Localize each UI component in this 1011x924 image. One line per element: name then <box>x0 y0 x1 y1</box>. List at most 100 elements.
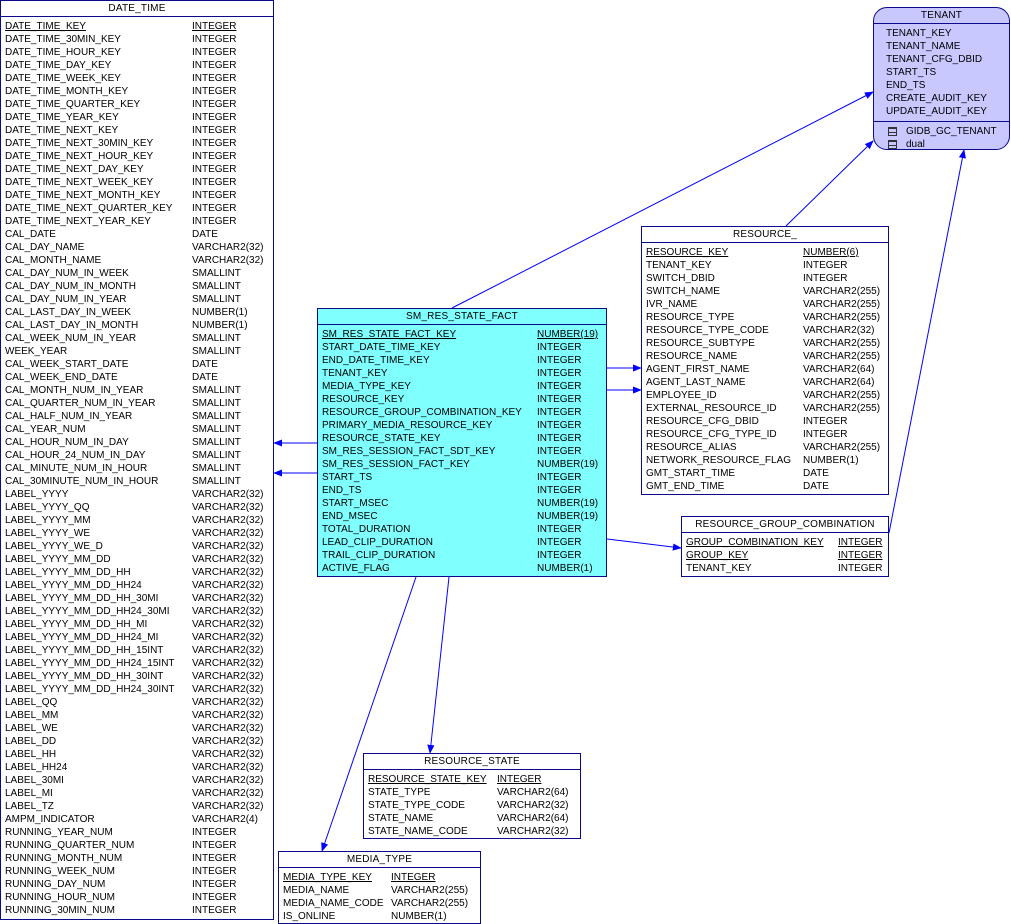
column-row[interactable]: CAL_DATE DATE <box>5 228 269 241</box>
reference-row[interactable]: GIDB_GC_TENANT <box>888 125 1009 138</box>
column-row[interactable]: SM_RES_STATE_FACT_KEY NUMBER(19) <box>322 328 602 341</box>
column-row[interactable]: ACTIVE_FLAG NUMBER(1) <box>322 562 602 575</box>
column-row[interactable]: RESOURCE_ALIAS VARCHAR2(255) <box>646 441 884 454</box>
column-row[interactable]: RUNNING_DAY_NUM INTEGER <box>5 878 269 891</box>
column-row[interactable]: AGENT_LAST_NAME VARCHAR2(64) <box>646 376 884 389</box>
column-row[interactable]: LABEL_YYYY_MM_DD_HH24_15INT VARCHAR2(32) <box>5 657 269 670</box>
column-row[interactable]: LABEL_MI VARCHAR2(32) <box>5 787 269 800</box>
column-row[interactable]: DATE_TIME_KEY INTEGER <box>5 20 269 33</box>
column-row[interactable]: CAL_DAY_NAME VARCHAR2(32) <box>5 241 269 254</box>
column-row[interactable]: CAL_QUARTER_NUM_IN_YEAR SMALLINT <box>5 397 269 410</box>
entity-date-time[interactable]: DATE_TIME DATE_TIME_KEY INTEGER DATE_TIME_… <box>0 0 274 920</box>
column-row[interactable]: GMT_END_TIME DATE <box>646 480 884 493</box>
entity-sm-res-state-fact[interactable]: SM_RES_STATE_FACT SM_RES_STATE_FACT_KEY N… <box>317 308 607 577</box>
column-row[interactable]: PRIMARY_MEDIA_RESOURCE_KEY INTEGER <box>322 419 602 432</box>
column-row[interactable]: LABEL_HH24 VARCHAR2(32) <box>5 761 269 774</box>
column-row[interactable]: END_TS <box>886 79 1005 92</box>
column-row[interactable]: CAL_30MINUTE_NUM_IN_HOUR SMALLINT <box>5 475 269 488</box>
column-row[interactable]: RESOURCE_CFG_DBID INTEGER <box>646 415 884 428</box>
column-row[interactable]: RESOURCE_TYPE VARCHAR2(255) <box>646 311 884 324</box>
column-row[interactable]: UPDATE_AUDIT_KEY <box>886 105 1005 118</box>
reference-row[interactable]: dual <box>888 138 1009 149</box>
column-row[interactable]: RUNNING_QUARTER_NUM INTEGER <box>5 839 269 852</box>
column-row[interactable]: START_DATE_TIME_KEY INTEGER <box>322 341 602 354</box>
column-row[interactable]: RESOURCE_NAME VARCHAR2(255) <box>646 350 884 363</box>
column-row[interactable]: RUNNING_MONTH_NUM INTEGER <box>5 852 269 865</box>
column-row[interactable]: CAL_WEEK_START_DATE DATE <box>5 358 269 371</box>
column-row[interactable]: LABEL_YYYY_WE_D VARCHAR2(32) <box>5 540 269 553</box>
column-row[interactable]: AGENT_FIRST_NAME VARCHAR2(64) <box>646 363 884 376</box>
column-row[interactable]: LABEL_TZ VARCHAR2(32) <box>5 800 269 813</box>
column-row[interactable]: START_TS <box>886 66 1005 79</box>
entity-resource-group-combination[interactable]: RESOURCE_GROUP_COMBINATION GROUP_COMBINA… <box>681 516 889 577</box>
column-row[interactable]: CAL_HOUR_NUM_IN_DAY SMALLINT <box>5 436 269 449</box>
column-row[interactable]: LEAD_CLIP_DURATION INTEGER <box>322 536 602 549</box>
column-row[interactable]: DATE_TIME_HOUR_KEY INTEGER <box>5 46 269 59</box>
column-row[interactable]: DATE_TIME_NEXT_30MIN_KEY INTEGER <box>5 137 269 150</box>
column-row[interactable]: TRAIL_CLIP_DURATION INTEGER <box>322 549 602 562</box>
column-row[interactable]: CAL_MONTH_NUM_IN_YEAR SMALLINT <box>5 384 269 397</box>
column-row[interactable]: END_MSEC NUMBER(19) <box>322 510 602 523</box>
column-row[interactable]: EMPLOYEE_ID VARCHAR2(255) <box>646 389 884 402</box>
column-row[interactable]: MEDIA_NAME VARCHAR2(255) <box>283 884 476 897</box>
column-row[interactable]: LABEL_YYYY VARCHAR2(32) <box>5 488 269 501</box>
column-row[interactable]: CAL_DAY_NUM_IN_YEAR SMALLINT <box>5 293 269 306</box>
column-row[interactable]: LABEL_YYYY_WE VARCHAR2(32) <box>5 527 269 540</box>
column-row[interactable]: AMPM_INDICATOR VARCHAR2(4) <box>5 813 269 826</box>
column-row[interactable]: SWITCH_DBID INTEGER <box>646 272 884 285</box>
column-row[interactable]: LABEL_YYYY_QQ VARCHAR2(32) <box>5 501 269 514</box>
column-row[interactable]: RESOURCE_TYPE_CODE VARCHAR2(32) <box>646 324 884 337</box>
column-row[interactable]: RESOURCE_KEY NUMBER(6) <box>646 246 884 259</box>
column-row[interactable]: RUNNING_HOUR_NUM INTEGER <box>5 891 269 904</box>
column-row[interactable]: LABEL_WE VARCHAR2(32) <box>5 722 269 735</box>
column-row[interactable]: GROUP_COMBINATION_KEY INTEGER <box>686 536 884 549</box>
column-row[interactable]: TENANT_KEY INTEGER <box>686 562 884 575</box>
column-row[interactable]: DATE_TIME_NEXT_DAY_KEY INTEGER <box>5 163 269 176</box>
column-row[interactable]: CAL_LAST_DAY_IN_WEEK NUMBER(1) <box>5 306 269 319</box>
column-row[interactable]: GMT_START_TIME DATE <box>646 467 884 480</box>
column-row[interactable]: DATE_TIME_MONTH_KEY INTEGER <box>5 85 269 98</box>
column-row[interactable]: WEEK_YEAR SMALLINT <box>5 345 269 358</box>
column-row[interactable]: DATE_TIME_30MIN_KEY INTEGER <box>5 33 269 46</box>
column-row[interactable]: CAL_DAY_NUM_IN_MONTH SMALLINT <box>5 280 269 293</box>
column-row[interactable]: CAL_HALF_NUM_IN_YEAR SMALLINT <box>5 410 269 423</box>
column-row[interactable]: CAL_HOUR_24_NUM_IN_DAY SMALLINT <box>5 449 269 462</box>
column-row[interactable]: RESOURCE_KEY INTEGER <box>322 393 602 406</box>
column-row[interactable]: CAL_YEAR_NUM SMALLINT <box>5 423 269 436</box>
column-row[interactable]: LABEL_YYYY_MM_DD_HH VARCHAR2(32) <box>5 566 269 579</box>
column-row[interactable]: TENANT_NAME <box>886 40 1005 53</box>
column-row[interactable]: STATE_NAME_CODE VARCHAR2(32) <box>368 825 576 838</box>
column-row[interactable]: END_DATE_TIME_KEY INTEGER <box>322 354 602 367</box>
column-row[interactable]: MEDIA_TYPE_KEY INTEGER <box>283 871 476 884</box>
column-row[interactable]: DATE_TIME_NEXT_WEEK_KEY INTEGER <box>5 176 269 189</box>
column-row[interactable]: LABEL_QQ VARCHAR2(32) <box>5 696 269 709</box>
column-row[interactable]: CAL_WEEK_END_DATE DATE <box>5 371 269 384</box>
column-row[interactable]: IVR_NAME VARCHAR2(255) <box>646 298 884 311</box>
column-row[interactable]: LABEL_YYYY_MM_DD_HH_30MI VARCHAR2(32) <box>5 592 269 605</box>
column-row[interactable]: TENANT_CFG_DBID <box>886 53 1005 66</box>
column-row[interactable]: CAL_WEEK_NUM_IN_YEAR SMALLINT <box>5 332 269 345</box>
column-row[interactable]: GROUP_KEY INTEGER <box>686 549 884 562</box>
column-row[interactable]: DATE_TIME_NEXT_KEY INTEGER <box>5 124 269 137</box>
column-row[interactable]: DATE_TIME_NEXT_HOUR_KEY INTEGER <box>5 150 269 163</box>
column-row[interactable]: RESOURCE_CFG_TYPE_ID INTEGER <box>646 428 884 441</box>
column-row[interactable]: RESOURCE_STATE_KEY INTEGER <box>322 432 602 445</box>
column-row[interactable]: EXTERNAL_RESOURCE_ID VARCHAR2(255) <box>646 402 884 415</box>
column-row[interactable]: NETWORK_RESOURCE_FLAG NUMBER(1) <box>646 454 884 467</box>
column-row[interactable]: RUNNING_WEEK_NUM INTEGER <box>5 865 269 878</box>
column-row[interactable]: DATE_TIME_QUARTER_KEY INTEGER <box>5 98 269 111</box>
column-row[interactable]: CAL_MONTH_NAME VARCHAR2(32) <box>5 254 269 267</box>
column-row[interactable]: LABEL_YYYY_MM_DD_HH24 VARCHAR2(32) <box>5 579 269 592</box>
column-row[interactable]: MEDIA_NAME_CODE VARCHAR2(255) <box>283 897 476 910</box>
column-row[interactable]: LABEL_MM VARCHAR2(32) <box>5 709 269 722</box>
column-row[interactable]: CREATE_AUDIT_KEY <box>886 92 1005 105</box>
entity-tenant[interactable]: TENANT TENANT_KEY TENANT_NAME TENANT_CFG_D… <box>873 7 1010 150</box>
column-row[interactable]: END_TS INTEGER <box>322 484 602 497</box>
column-row[interactable]: CAL_MINUTE_NUM_IN_HOUR SMALLINT <box>5 462 269 475</box>
entity-resource-state[interactable]: RESOURCE_STATE RESOURCE_STATE_KEY INTEGER… <box>363 753 581 839</box>
column-row[interactable]: LABEL_YYYY_MM VARCHAR2(32) <box>5 514 269 527</box>
column-row[interactable]: RESOURCE_STATE_KEY INTEGER <box>368 773 576 786</box>
column-row[interactable]: DATE_TIME_NEXT_MONTH_KEY INTEGER <box>5 189 269 202</box>
column-row[interactable]: RUNNING_30MIN_NUM INTEGER <box>5 904 269 917</box>
column-row[interactable]: LABEL_YYYY_MM_DD_HH24_30MI VARCHAR2(32) <box>5 605 269 618</box>
